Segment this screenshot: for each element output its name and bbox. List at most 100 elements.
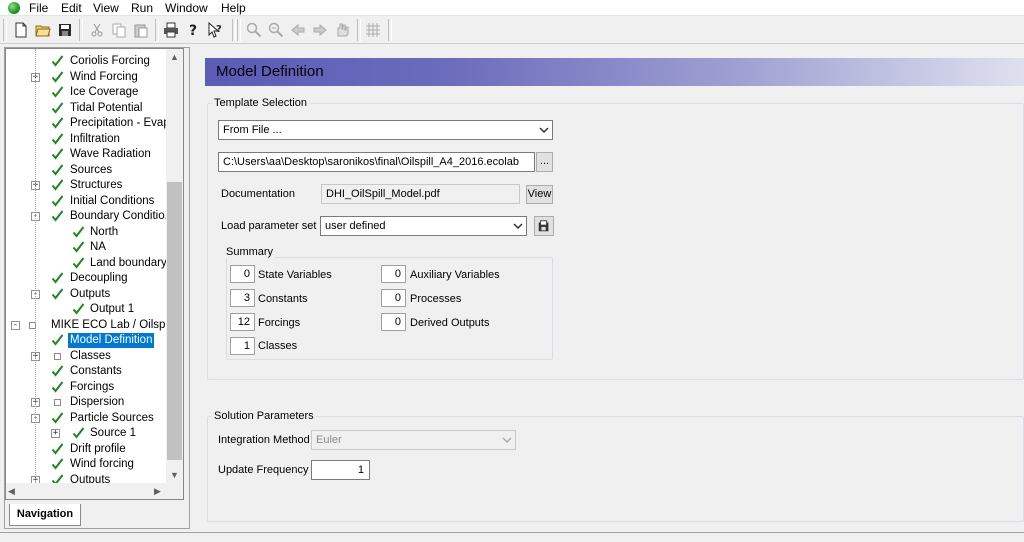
view-button[interactable]: View <box>526 185 553 204</box>
scroll-down-icon[interactable]: ▼ <box>166 467 183 483</box>
tree-item[interactable]: Land boundary <box>6 256 169 272</box>
checkmark-icon[interactable] <box>51 365 64 378</box>
tree-item[interactable]: Decoupling <box>6 271 166 287</box>
checkmark-icon[interactable] <box>51 380 64 394</box>
file-path-field[interactable]: C:\Users\aa\Desktop\saronikos\final\Oils… <box>218 152 535 172</box>
checkmark-icon[interactable] <box>51 194 64 208</box>
tree-item[interactable]: Wind forcing <box>6 457 166 473</box>
tree-item-label[interactable]: Dispersion <box>68 395 126 410</box>
tree-vertical-scroll-thumb[interactable] <box>167 182 182 460</box>
tree-item[interactable]: Model Definition <box>6 333 166 349</box>
checkmark-icon[interactable] <box>51 148 64 161</box>
menu-window[interactable]: Window <box>165 1 208 15</box>
parameter-set-select[interactable]: user defined <box>320 216 527 236</box>
tree-item-label[interactable]: Forcings <box>68 380 116 395</box>
tree-item-label[interactable]: MIKE ECO Lab / Oilspill M <box>49 318 183 333</box>
tree-horizontal-scrollbar[interactable]: ◀ ▶ <box>6 483 183 499</box>
tree-item-label[interactable]: Structures <box>68 178 124 193</box>
tree-item-label[interactable]: Drift profile <box>68 442 128 457</box>
checkmark-icon[interactable] <box>72 303 85 316</box>
scroll-right-icon[interactable]: ▶ <box>154 483 161 499</box>
forward-icon[interactable] <box>309 19 331 41</box>
checkmark-icon[interactable] <box>51 458 64 471</box>
checkmark-icon[interactable] <box>51 411 64 425</box>
tree-item[interactable]: + Wind Forcing <box>6 70 166 86</box>
tree-item-label[interactable]: Land boundary <box>88 256 169 271</box>
tree-item[interactable]: Ice Coverage <box>6 85 166 101</box>
checkmark-icon[interactable] <box>51 101 64 115</box>
tree-item[interactable]: NA <box>6 240 166 256</box>
checkmark-icon[interactable] <box>51 55 64 68</box>
tree-item[interactable]: + Structures <box>6 178 166 194</box>
zoom-in-icon[interactable] <box>243 19 265 41</box>
tree-item-label[interactable]: Source 1 <box>88 426 138 441</box>
checkmark-icon[interactable] <box>51 163 64 177</box>
tree-item-label[interactable]: Outputs <box>68 287 112 302</box>
tree-item-label[interactable]: Wave Radiation <box>68 147 153 162</box>
tree-item[interactable]: - MIKE ECO Lab / Oilspill M <box>6 318 183 334</box>
toolbar-grip[interactable] <box>3 19 7 41</box>
tree-item-label[interactable]: Infiltration <box>68 132 122 147</box>
tree-item-label[interactable]: Tidal Potential <box>68 101 144 116</box>
checkmark-icon[interactable] <box>72 225 85 239</box>
tree-item-label[interactable]: Model Definition <box>68 333 155 348</box>
tree-item-label[interactable]: Classes <box>68 349 113 364</box>
tree-item[interactable]: + Source 1 <box>6 426 166 442</box>
tree-item-label[interactable]: North <box>88 225 120 240</box>
tab-navigation[interactable]: Navigation <box>9 504 81 526</box>
tree-item[interactable]: Precipitation - Evapor <box>6 116 180 132</box>
copy-icon[interactable] <box>108 19 130 41</box>
tree-item-label[interactable]: Ice Coverage <box>68 85 140 100</box>
context-help-icon[interactable]: ? <box>204 19 226 41</box>
pan-icon[interactable] <box>331 19 353 41</box>
checkmark-icon[interactable] <box>51 132 64 146</box>
new-icon[interactable] <box>10 19 32 41</box>
tree-item-label[interactable]: Sources <box>68 163 114 178</box>
tree-item-label[interactable]: Output 1 <box>88 302 136 317</box>
checkmark-icon[interactable] <box>72 256 85 270</box>
print-icon[interactable] <box>160 19 182 41</box>
tree-item[interactable]: North <box>6 225 166 241</box>
tree-item[interactable]: - Particle Sources <box>6 411 166 427</box>
help-icon[interactable]: ? <box>182 19 204 41</box>
paste-icon[interactable] <box>130 19 152 41</box>
tree-item-label[interactable]: Decoupling <box>68 271 130 286</box>
scroll-up-icon[interactable]: ▲ <box>166 49 183 65</box>
checkmark-icon[interactable] <box>51 287 64 301</box>
tree-item[interactable]: - Outputs <box>6 287 166 303</box>
checkmark-icon[interactable] <box>51 117 64 130</box>
scroll-left-icon[interactable]: ◀ <box>8 483 15 499</box>
save-icon[interactable] <box>54 19 76 41</box>
checkmark-icon[interactable] <box>51 442 64 456</box>
checkmark-icon[interactable] <box>72 241 85 254</box>
tree-item[interactable]: + Classes <box>6 349 166 365</box>
checkmark-icon[interactable] <box>51 179 64 192</box>
tree-item-label[interactable]: Initial Conditions <box>68 194 156 209</box>
tree-item[interactable]: Tidal Potential <box>6 101 166 117</box>
tree-item[interactable]: - Boundary Conditio... <box>6 209 174 225</box>
tree-item[interactable]: Coriolis Forcing <box>6 54 166 70</box>
tree-item-label[interactable]: Wind forcing <box>68 457 136 472</box>
tree-item[interactable]: + Dispersion <box>6 395 166 411</box>
update-frequency-field[interactable]: 1 <box>311 460 370 480</box>
tree-item-label[interactable]: Precipitation - Evapor <box>68 116 182 131</box>
checkmark-icon[interactable] <box>51 70 64 84</box>
tree-item[interactable]: Infiltration <box>6 132 166 148</box>
tree-item[interactable]: Output 1 <box>6 302 166 318</box>
tree-item[interactable]: Constants <box>6 364 166 380</box>
integration-method-select[interactable]: Euler <box>311 430 516 450</box>
checkmark-icon[interactable] <box>72 427 85 440</box>
menu-view[interactable]: View <box>93 1 119 15</box>
tree-item[interactable]: Wave Radiation <box>6 147 166 163</box>
checkmark-icon[interactable] <box>51 86 64 99</box>
open-icon[interactable] <box>32 19 54 41</box>
toolbar-grip[interactable] <box>237 19 241 41</box>
tree-item-label[interactable]: Constants <box>68 364 124 379</box>
back-icon[interactable] <box>287 19 309 41</box>
tree-item[interactable]: Forcings <box>6 380 166 396</box>
menu-edit[interactable]: Edit <box>61 1 82 15</box>
browse-button[interactable]: ... <box>536 152 553 172</box>
tree-item[interactable]: Initial Conditions <box>6 194 166 210</box>
tree-item-label[interactable]: NA <box>88 240 108 255</box>
collapse-icon[interactable]: - <box>11 320 20 330</box>
